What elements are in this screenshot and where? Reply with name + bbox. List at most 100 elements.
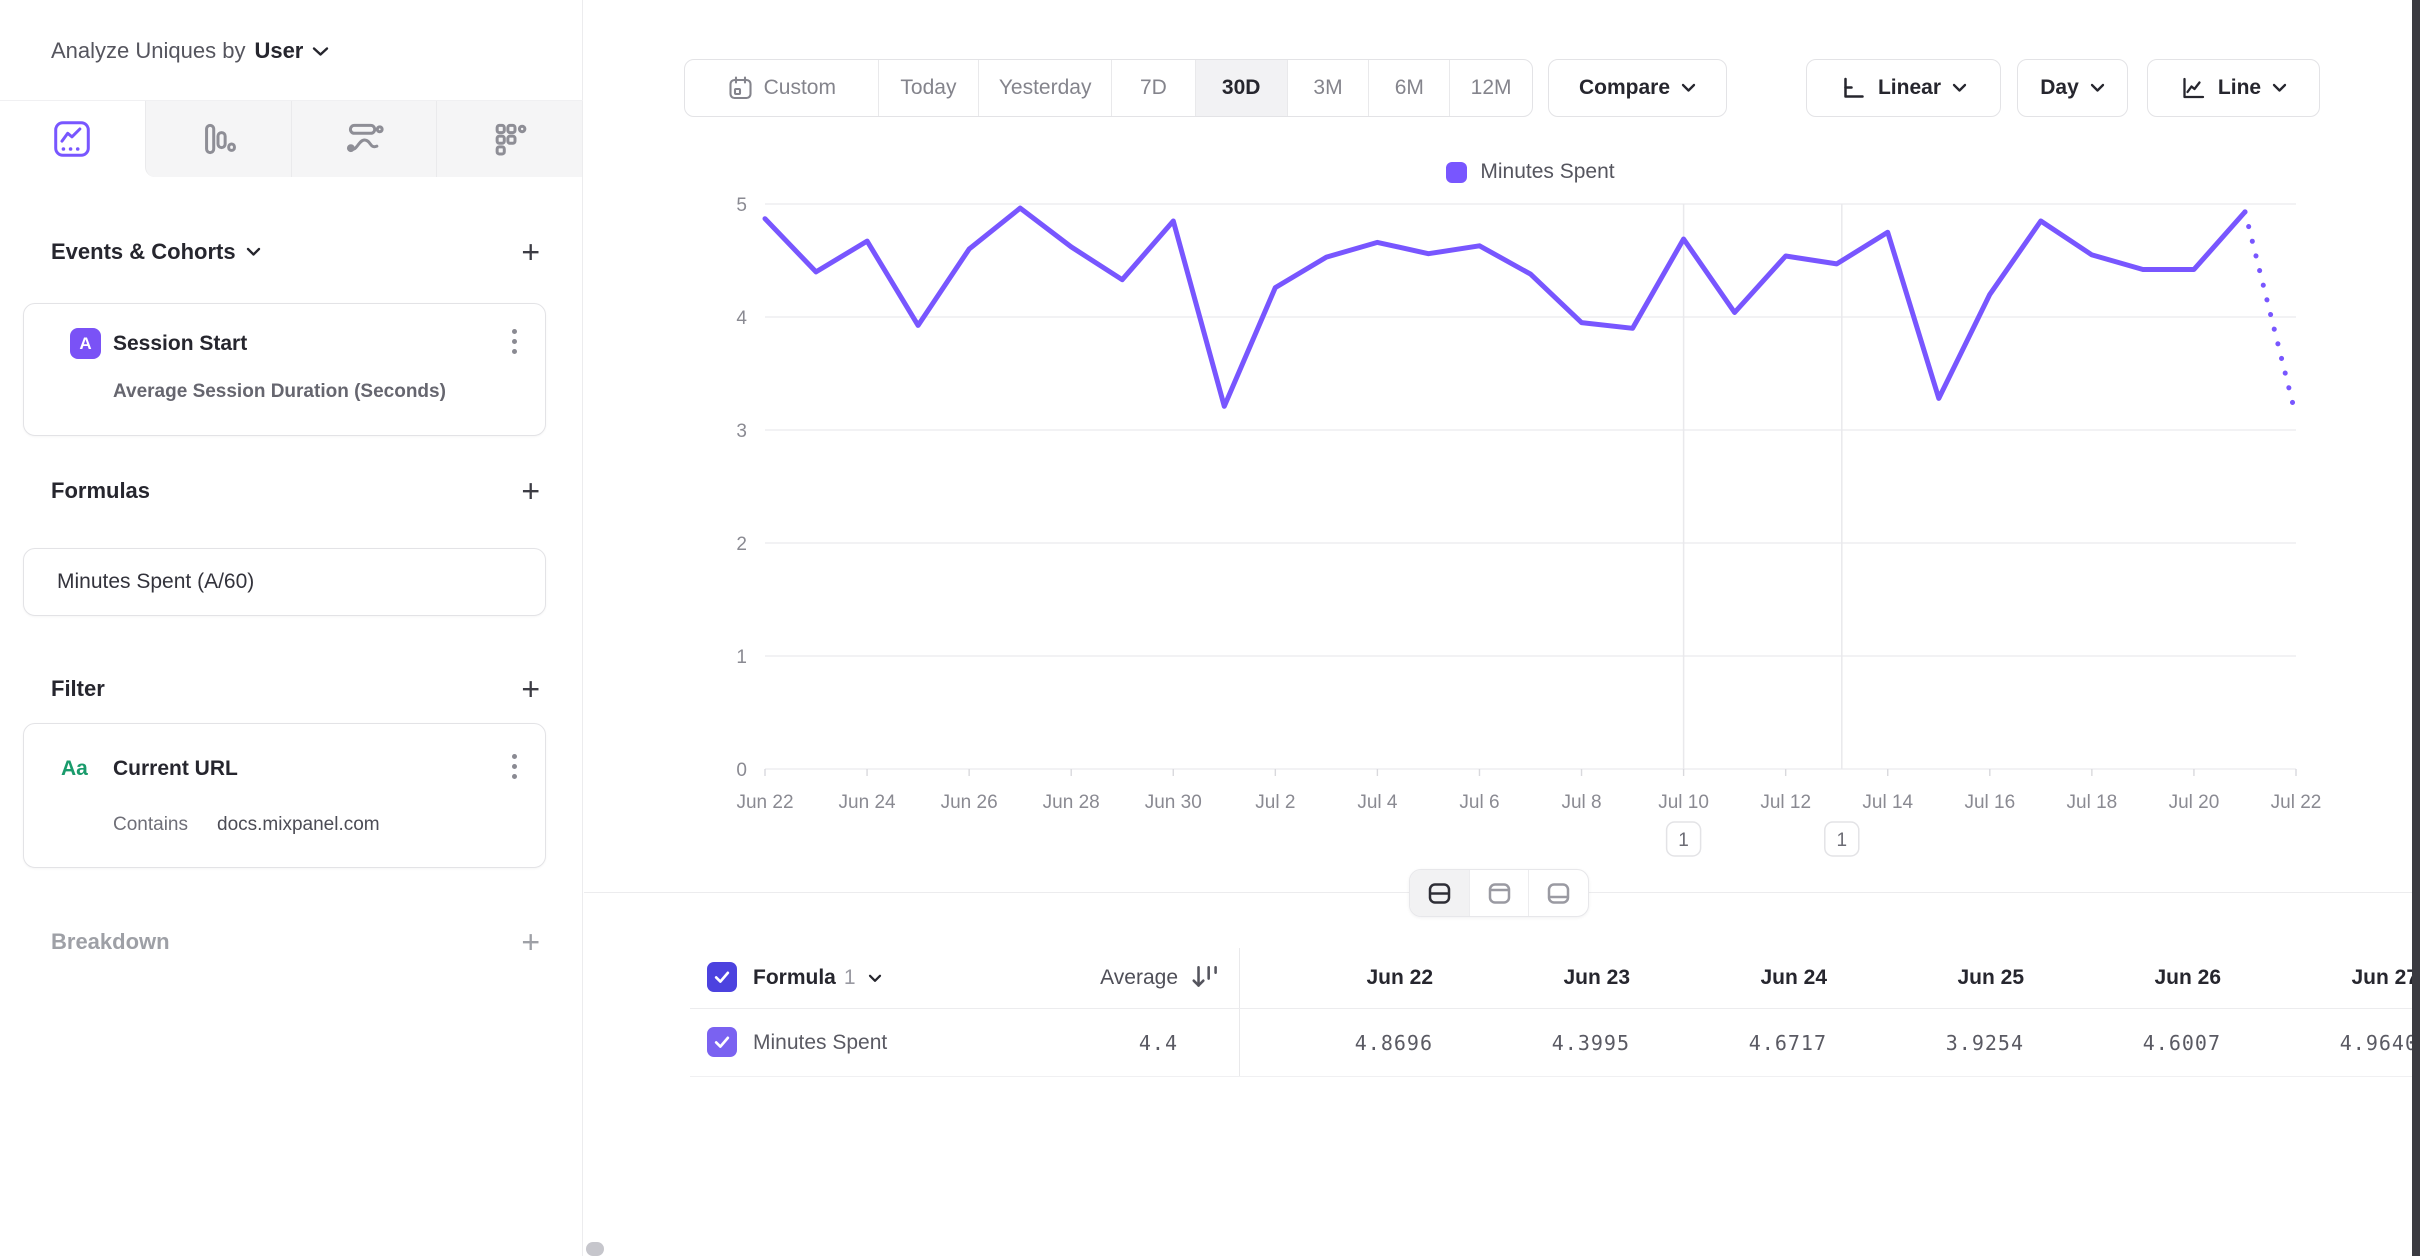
chart-style-button[interactable]: Line: [2147, 59, 2320, 117]
date-column-header[interactable]: Jun 27: [2258, 966, 2418, 990]
chevron-down-icon: [1681, 83, 1696, 93]
date-range-segmented-control: Custom Today Yesterday 7D 30D 3M 6M 12M: [684, 59, 1533, 117]
formula-number: 1: [844, 966, 856, 990]
x-axis-tick-label: Jul 14: [1862, 792, 1913, 813]
tab-insights[interactable]: [0, 101, 145, 177]
compare-label: Compare: [1579, 76, 1670, 100]
event-name[interactable]: Session Start: [113, 332, 247, 356]
query-sidebar: Analyze Uniques by User: [0, 0, 583, 1256]
date-range-label: 30D: [1222, 76, 1261, 100]
analyze-value-dropdown[interactable]: User: [254, 38, 303, 64]
date-range-30d[interactable]: 30D: [1195, 60, 1287, 116]
event-card-session-start[interactable]: A Session Start Average Session Duration…: [23, 303, 546, 436]
check-icon: [712, 967, 732, 987]
filter-title: Filter: [51, 676, 105, 702]
chevron-down-icon: [2272, 83, 2287, 93]
chart-style-label: Line: [2218, 76, 2261, 100]
tab-funnels[interactable]: [145, 101, 291, 177]
row-checkbox[interactable]: [707, 1027, 737, 1057]
date-range-custom[interactable]: Custom: [685, 60, 878, 116]
date-column-header[interactable]: Jun 25: [1864, 966, 2024, 990]
filter-header: Filter +: [51, 671, 540, 707]
y-axis-tick-label: 2: [736, 534, 747, 555]
formula-column-dropdown[interactable]: Formula 1: [753, 962, 882, 994]
date-range-yesterday[interactable]: Yesterday: [978, 60, 1111, 116]
formula-label: Formula: [753, 966, 836, 990]
filter-value[interactable]: docs.mixpanel.com: [217, 814, 380, 836]
date-range-label: Custom: [764, 76, 836, 100]
date-range-label: Yesterday: [999, 76, 1092, 100]
tab-flows[interactable]: [291, 101, 437, 177]
add-breakdown-button[interactable]: +: [521, 926, 540, 958]
x-axis-tick-label: Jul 2: [1255, 792, 1295, 813]
kebab-menu-icon[interactable]: [512, 329, 517, 354]
horizontal-scrollbar-thumb[interactable]: [586, 1242, 604, 1256]
date-column-header[interactable]: Jun 26: [2061, 966, 2221, 990]
cell-value: 4.9640: [2248, 1031, 2418, 1055]
y-axis-tick-label: 1: [736, 647, 747, 668]
annotation-badge-label: 1: [1678, 830, 1689, 851]
x-axis-tick-label: Jul 18: [2067, 792, 2118, 813]
date-range-7d[interactable]: 7D: [1111, 60, 1195, 116]
add-formula-button[interactable]: +: [521, 475, 540, 507]
sort-descending-icon[interactable]: [1190, 962, 1222, 994]
layout-bottom-panel-button[interactable]: [1528, 870, 1588, 916]
event-letter-badge: A: [70, 328, 101, 359]
x-axis-tick-label: Jun 28: [1043, 792, 1100, 813]
filter-property[interactable]: Current URL: [113, 757, 238, 781]
breakdown-header: Breakdown +: [51, 924, 540, 960]
line-chart[interactable]: 01234511Jun 22Jun 24Jun 26Jun 28Jun 30Ju…: [600, 150, 2360, 890]
y-axis-tick-label: 4: [736, 308, 747, 329]
layout-toggle-group: [1409, 869, 1589, 917]
add-event-button[interactable]: +: [521, 236, 540, 268]
date-range-12m[interactable]: 12M: [1449, 60, 1532, 116]
breakdown-title: Breakdown: [51, 929, 170, 955]
formulas-title: Formulas: [51, 478, 150, 504]
date-column-header[interactable]: Jun 23: [1470, 966, 1630, 990]
chevron-down-icon[interactable]: [246, 247, 261, 257]
date-range-label: 3M: [1313, 76, 1342, 100]
series-line[interactable]: [765, 208, 2245, 406]
horizontal-split-icon: [1426, 880, 1453, 907]
select-all-checkbox[interactable]: [707, 962, 737, 992]
kebab-menu-icon[interactable]: [512, 754, 517, 779]
cell-value: 4.3995: [1460, 1031, 1630, 1055]
cell-value: 4.6007: [2051, 1031, 2221, 1055]
cell-value: 4.6717: [1657, 1031, 1827, 1055]
chevron-down-icon[interactable]: [312, 46, 329, 57]
string-property-icon: Aa: [61, 757, 88, 781]
tab-retention[interactable]: [436, 101, 582, 177]
date-range-3m[interactable]: 3M: [1287, 60, 1369, 116]
formula-card[interactable]: Minutes Spent (A/60): [23, 548, 546, 616]
scale-button[interactable]: Linear: [1806, 59, 2001, 117]
formula-expression[interactable]: Minutes Spent (A/60): [57, 570, 254, 594]
date-column-header[interactable]: Jun 22: [1273, 966, 1433, 990]
y-axis-tick-label: 5: [736, 195, 747, 216]
analyze-uniques-row: Analyze Uniques by User: [51, 34, 329, 68]
average-value: 4.4: [1008, 1031, 1178, 1055]
date-range-6m[interactable]: 6M: [1368, 60, 1449, 116]
date-range-today[interactable]: Today: [878, 60, 979, 116]
event-metric[interactable]: Average Session Duration (Seconds): [113, 381, 446, 403]
series-line-incomplete[interactable]: [2245, 212, 2296, 417]
filter-card-current-url[interactable]: Aa Current URL Contains docs.mixpanel.co…: [23, 723, 546, 868]
layout-horizontal-split-button[interactable]: [1410, 870, 1469, 916]
interval-button[interactable]: Day: [2017, 59, 2128, 117]
table-header-border: [690, 1008, 2420, 1009]
add-filter-button[interactable]: +: [521, 673, 540, 705]
layout-top-panel-button[interactable]: [1469, 870, 1529, 916]
retention-grid-icon: [490, 119, 530, 159]
date-range-label: 12M: [1471, 76, 1512, 100]
date-range-label: 6M: [1395, 76, 1424, 100]
interval-label: Day: [2040, 76, 2079, 100]
filter-operator[interactable]: Contains: [113, 814, 188, 836]
funnels-bars-icon: [198, 119, 238, 159]
x-axis-tick-label: Jul 22: [2271, 792, 2322, 813]
compare-button[interactable]: Compare: [1548, 59, 1727, 117]
bottom-panel-icon: [1545, 880, 1572, 907]
date-column-header[interactable]: Jun 24: [1667, 966, 1827, 990]
vertical-scrollbar[interactable]: [2412, 0, 2420, 1256]
insights-line-chart-icon: [52, 119, 92, 159]
check-icon: [712, 1032, 732, 1052]
average-column-header[interactable]: Average: [1018, 966, 1178, 990]
